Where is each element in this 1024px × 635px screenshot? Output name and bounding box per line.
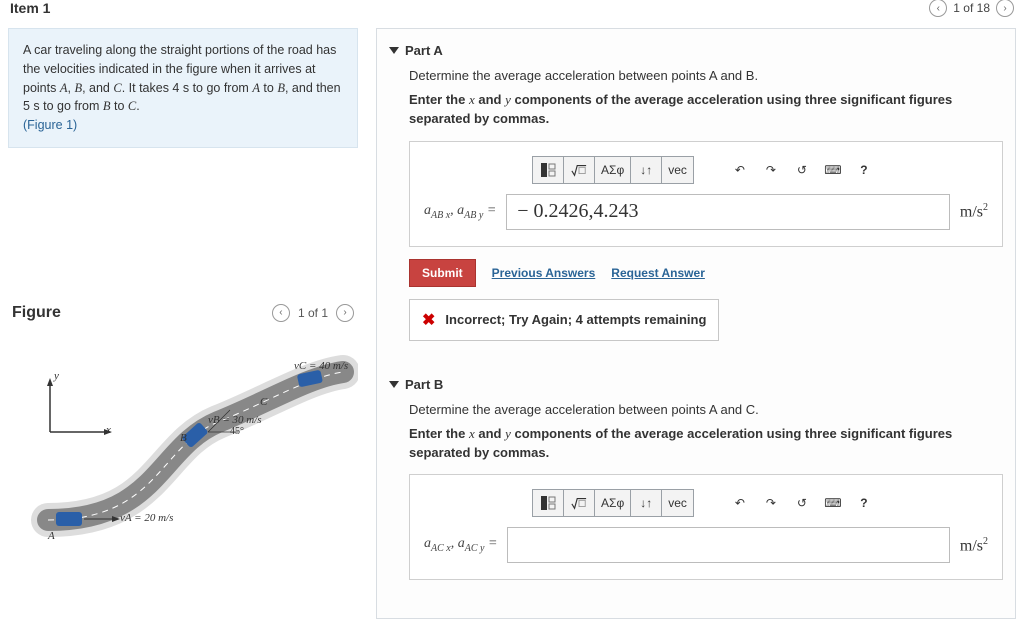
- part-a-toggle-icon[interactable]: [389, 47, 399, 54]
- part-a-answer-input[interactable]: [506, 194, 950, 230]
- help-tool[interactable]: ?: [848, 489, 880, 517]
- problem-stem: A car traveling along the straight porti…: [8, 28, 358, 148]
- va-label: vA = 20 m/s: [120, 512, 173, 524]
- keyboard-tool[interactable]: ⌨: [817, 156, 849, 184]
- point-b-label: B: [180, 432, 187, 444]
- part-b-units: m/s2: [960, 536, 988, 555]
- prev-item-button[interactable]: ‹: [929, 0, 947, 17]
- figure-title: Figure: [12, 304, 61, 322]
- axis-x-label: x: [106, 424, 111, 436]
- help-tool[interactable]: ?: [848, 156, 880, 184]
- template-tool[interactable]: [532, 156, 564, 184]
- point-c-label: C: [260, 396, 267, 408]
- equation-toolbar-b: ΑΣφ ↓↑ vec ↶ ↷ ↺ ⌨ ?: [424, 489, 988, 517]
- figure-page-count: 1 of 1: [298, 306, 328, 320]
- reset-tool[interactable]: ↺: [786, 489, 818, 517]
- undo-tool[interactable]: ↶: [724, 156, 756, 184]
- part-a-lhs-label: aAB x, aAB y =: [424, 203, 496, 221]
- part-b-title: Part B: [405, 377, 443, 392]
- sqrt-tool[interactable]: [563, 156, 595, 184]
- part-b-answer-panel: ΑΣφ ↓↑ vec ↶ ↷ ↺ ⌨ ? aAC x, aAC y = m/s2: [409, 474, 1003, 580]
- figure-link[interactable]: (Figure 1): [23, 118, 77, 132]
- next-item-button[interactable]: ›: [996, 0, 1014, 17]
- request-answer-link-a[interactable]: Request Answer: [611, 266, 705, 280]
- incorrect-icon: ✖: [422, 310, 435, 330]
- part-a-instruction: Enter the x and y components of the aver…: [409, 91, 1003, 129]
- item-page-count: 1 of 18: [953, 1, 990, 15]
- redo-tool[interactable]: ↷: [755, 156, 787, 184]
- axis-y-label: y: [54, 370, 59, 382]
- subscript-tool[interactable]: ↓↑: [630, 156, 662, 184]
- part-b-answer-input[interactable]: [507, 527, 949, 563]
- figure-next-button[interactable]: ›: [336, 304, 354, 322]
- vc-label: vC = 40 m/s: [294, 360, 348, 372]
- redo-tool[interactable]: ↷: [755, 489, 787, 517]
- vec-tool[interactable]: vec: [661, 156, 694, 184]
- greek-tool[interactable]: ΑΣφ: [594, 156, 631, 184]
- part-a-title: Part A: [405, 43, 443, 58]
- vb-label: vB = 30 m/s: [208, 414, 262, 426]
- part-a-answer-panel: ΑΣφ ↓↑ vec ↶ ↷ ↺ ⌨ ? aAB x, aAB y = m/s2: [409, 141, 1003, 247]
- figure-image: y x A B C vA = 20 m/s vB = 30 m/s vC = 4…: [8, 352, 358, 542]
- greek-tool[interactable]: ΑΣφ: [594, 489, 631, 517]
- undo-tool[interactable]: ↶: [724, 489, 756, 517]
- figure-prev-button[interactable]: ‹: [272, 304, 290, 322]
- keyboard-tool[interactable]: ⌨: [817, 489, 849, 517]
- previous-answers-link-a[interactable]: Previous Answers: [492, 266, 596, 280]
- point-a-label: A: [48, 530, 55, 542]
- equation-toolbar-a: ΑΣφ ↓↑ vec ↶ ↷ ↺ ⌨ ?: [424, 156, 988, 184]
- part-b-instruction: Enter the x and y components of the aver…: [409, 425, 1003, 463]
- subscript-tool[interactable]: ↓↑: [630, 489, 662, 517]
- vec-tool[interactable]: vec: [661, 489, 694, 517]
- item-label: Item 1: [10, 0, 50, 16]
- part-b-question: Determine the average acceleration betwe…: [409, 402, 1003, 417]
- reset-tool[interactable]: ↺: [786, 156, 818, 184]
- part-b-lhs-label: aAC x, aAC y =: [424, 536, 497, 554]
- part-a-question: Determine the average acceleration betwe…: [409, 68, 1003, 83]
- angle-45-label: 45°: [230, 426, 244, 437]
- part-a-feedback: ✖ Incorrect; Try Again; 4 attempts remai…: [409, 299, 719, 341]
- sqrt-tool[interactable]: [563, 489, 595, 517]
- part-b-toggle-icon[interactable]: [389, 381, 399, 388]
- template-tool[interactable]: [532, 489, 564, 517]
- part-a-units: m/s2: [960, 202, 988, 221]
- submit-button-a[interactable]: Submit: [409, 259, 476, 287]
